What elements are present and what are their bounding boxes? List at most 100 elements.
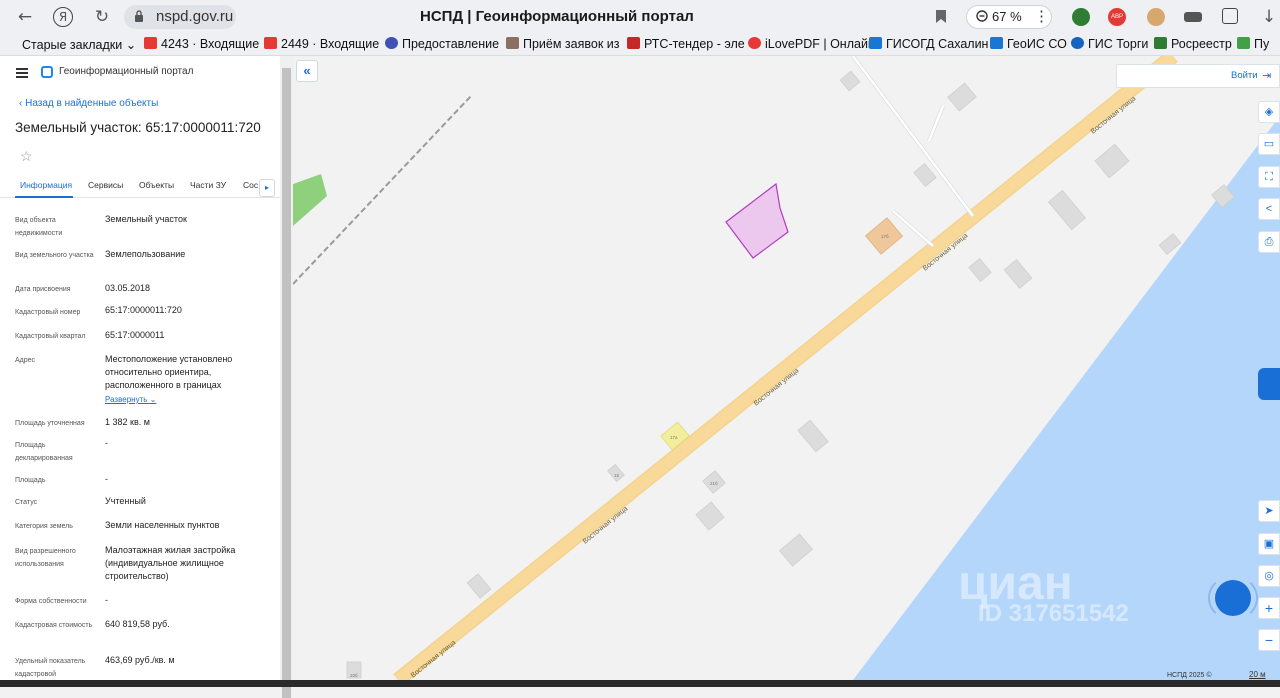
prop-label: Площадь уточненная — [15, 420, 85, 427]
browser-toolbar: ← Я ↻ nspd.gov.ru НСПД | Геоинформационн… — [0, 0, 1280, 34]
share-icon[interactable]: < — [1258, 198, 1280, 220]
map-layer: 17б 17а 18 21б 20б Восточная улица Восто… — [293, 56, 1280, 680]
rts-icon — [627, 37, 640, 49]
prop-label: Категория земель — [15, 523, 73, 530]
address-text[interactable]: nspd.gov.ru — [156, 8, 233, 25]
bookmark-pu[interactable]: Пу — [1237, 37, 1269, 51]
prop-label: Кадастровый квартал — [15, 333, 86, 340]
zoom-level[interactable]: 67 % — [992, 9, 1022, 24]
building-icon — [869, 37, 882, 49]
yandex-icon[interactable]: Я — [53, 7, 73, 27]
gov-services-icon — [385, 37, 398, 49]
bookmark-mail-1[interactable]: 4243 · Входящие — [144, 37, 259, 51]
select-area-icon[interactable]: ⛶ — [1258, 166, 1280, 188]
prop-label: Статус — [15, 499, 38, 506]
prop-value: Землепользование — [105, 249, 186, 259]
zoom-in-icon[interactable]: + — [1258, 597, 1280, 619]
active-tab-indicator — [15, 196, 73, 198]
chat-icon[interactable] — [1215, 580, 1251, 616]
extension-avatar-icon[interactable] — [1147, 8, 1165, 26]
house-number-17a: 17а — [670, 435, 678, 440]
house-number-18: 18 — [614, 473, 620, 478]
bookmark-label: 4243 · Входящие — [161, 37, 260, 51]
bookmarks-bar: Старые закладки ⌄ 4243 · Входящие 2449 ·… — [0, 34, 1280, 56]
panel-scrollbar[interactable] — [280, 56, 293, 698]
mail-icon — [264, 37, 277, 49]
bookmark-label: ГИС Торги — [1088, 37, 1149, 51]
zoom-icon — [976, 10, 988, 22]
prop-value: 65:17:0000011:720 — [105, 305, 182, 315]
layers-icon[interactable]: ◈ — [1258, 101, 1280, 123]
download-icon[interactable]: ↓ — [1258, 6, 1280, 28]
pin-icon[interactable]: ◎ — [1258, 565, 1280, 587]
extension-shield-icon[interactable] — [1072, 8, 1090, 26]
bookmark-label: iLovePDF | Онлайн — [765, 37, 875, 51]
bookmark-old[interactable]: Старые закладки ⌄ — [22, 37, 136, 52]
bookmark-label: Предоставление — [402, 37, 500, 51]
prop-value: Земли населенных пунктов — [105, 520, 220, 530]
prop-value: 640 819,58 руб. — [105, 619, 170, 629]
feedback-icon[interactable] — [1258, 368, 1280, 400]
scrollbar-thumb[interactable] — [282, 68, 291, 698]
basemap-icon[interactable]: ▣ — [1258, 533, 1280, 555]
tab-composition[interactable]: Сос — [243, 180, 258, 190]
login-button[interactable]: Войти — [1231, 70, 1258, 81]
prop-label: Кадастровая стоимость — [15, 622, 93, 629]
prop-label: Площадь декларированная — [15, 442, 73, 462]
back-to-results-link[interactable]: ‹ Назад в найденные объекты — [19, 98, 158, 109]
mail-icon — [144, 37, 157, 49]
bookmark-label: 2449 · Входящие — [281, 37, 380, 51]
prop-label: Вид объекта недвижимости — [15, 217, 63, 237]
bookmark-rts[interactable]: РТС-тендер - эле — [627, 37, 745, 51]
bookmark-mail-2[interactable]: 2449 · Входящие — [264, 37, 379, 51]
bookmark-icon[interactable] — [935, 9, 947, 24]
bookmark-applications[interactable]: Приём заявок из — [506, 37, 620, 51]
ruler-icon[interactable]: ▭ — [1258, 133, 1280, 155]
bookmark-gov-services[interactable]: Предоставление — [385, 37, 499, 51]
scale-bar: 20 м — [1249, 670, 1266, 679]
prop-label: Кадастровый номер — [15, 309, 81, 316]
bookmark-gisogd[interactable]: ГИСОГД Сахалин — [869, 37, 988, 51]
bookmark-rosreestr[interactable]: Росреестр — [1154, 37, 1232, 51]
favorite-star-icon[interactable]: ☆ — [20, 148, 33, 165]
map-copyright: НСПД 2025 © — [1167, 672, 1212, 679]
more-menu-icon[interactable]: ⋮ — [1034, 7, 1049, 25]
menu-icon[interactable] — [16, 68, 28, 80]
back-arrow-icon[interactable]: ← — [14, 6, 36, 28]
expand-address-link[interactable]: Развернуть ⌄ — [105, 395, 156, 404]
house-number-20b: 20б — [350, 673, 358, 678]
prop-value: 03.05.2018 — [105, 283, 151, 293]
lock-icon — [135, 10, 143, 22]
tabs-scroll-right-icon[interactable]: ▸ — [259, 179, 275, 197]
prop-label: Площадь — [15, 477, 46, 484]
collapse-panel-button[interactable]: « — [296, 60, 318, 82]
house-number-17b: 17б — [881, 234, 889, 239]
prop-label: Вид земельного участка — [15, 252, 94, 259]
map-canvas[interactable]: 17б 17а 18 21б 20б Восточная улица Восто… — [293, 56, 1280, 680]
bookmark-geois[interactable]: ГеоИС СО — [990, 37, 1067, 51]
zoom-out-icon[interactable]: − — [1258, 629, 1280, 651]
adblock-icon[interactable]: ABP — [1108, 8, 1126, 26]
print-icon[interactable]: ⎙ — [1258, 231, 1280, 253]
extension-hat-icon[interactable] — [1184, 12, 1202, 22]
geolocation-icon[interactable]: ➤ — [1258, 500, 1280, 522]
back-link-label: Назад в найденные объекты — [25, 98, 159, 109]
bookmark-label: Старые закладки — [22, 38, 123, 52]
portal-logo-icon — [41, 66, 53, 78]
tab-services[interactable]: Сервисы — [88, 180, 123, 190]
prop-value: Учтенный — [105, 496, 146, 506]
tab-info[interactable]: Информация — [20, 180, 72, 190]
extensions-puzzle-icon[interactable] — [1222, 8, 1238, 24]
prop-label: Форма собственности — [15, 598, 87, 605]
prop-value: - — [105, 474, 108, 484]
bookmark-label: Пу — [1254, 37, 1270, 51]
prop-value: - — [105, 595, 108, 605]
login-icon[interactable]: ⇥ — [1262, 69, 1271, 82]
reload-icon[interactable]: ↻ — [91, 6, 113, 28]
tab-objects[interactable]: Объекты — [139, 180, 174, 190]
taskbar-strip — [0, 680, 1280, 687]
house-number-21b: 21б — [710, 481, 718, 486]
tab-parts[interactable]: Части ЗУ — [190, 180, 226, 190]
bookmark-ilovepdf[interactable]: iLovePDF | Онлайн — [748, 37, 875, 51]
bookmark-gis-torgi[interactable]: ГИС Торги — [1071, 37, 1148, 51]
